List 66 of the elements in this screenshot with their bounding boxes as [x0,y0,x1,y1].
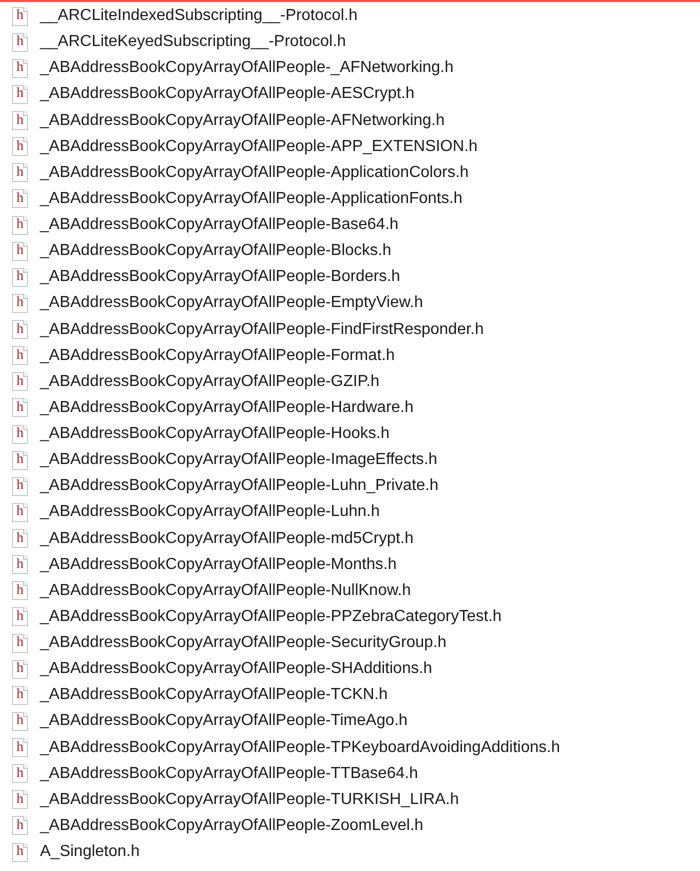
header-file-icon: h [12,450,28,470]
header-file-icon: h [12,346,28,366]
file-name[interactable]: _ABAddressBookCopyArrayOfAllPeople-AFNetworking.h [40,108,445,133]
header-file-icon: h [12,816,28,836]
file-name[interactable]: _ABAddressBookCopyArrayOfAllPeople-SHAdditions.h [40,657,432,682]
header-file-icon: h [12,372,28,392]
file-name[interactable]: __ARCLiteIndexedSubscripting__-Protocol.h [40,4,358,28]
file-name[interactable]: _ABAddressBookCopyArrayOfAllPeople-Blocks.h [40,239,392,264]
file-name[interactable]: A_Singleton.h [40,840,140,864]
header-file-icon: h [12,476,28,496]
header-file-icon: h [12,216,28,235]
header-file-icon: h [12,242,28,261]
header-file-icon: h [12,398,28,418]
header-file-icon: h [12,268,28,287]
header-file-icon: h [12,137,28,156]
file-name[interactable]: _ABAddressBookCopyArrayOfAllPeople-EmptyView.h [40,291,423,316]
file-name[interactable]: _ABAddressBookCopyArrayOfAllPeople-ApplicationColors.h [40,160,469,185]
file-name[interactable]: _ABAddressBookCopyArrayOfAllPeople-md5Crypt.h [40,526,414,551]
header-file-icon: h [12,842,28,862]
file-name[interactable]: _ABAddressBookCopyArrayOfAllPeople-Luhn.h [40,500,380,524]
header-file-icon: h [12,502,28,522]
file-name[interactable]: _ABAddressBookCopyArrayOfAllPeople-AESCrypt.h [40,82,414,106]
header-file-icon: h [12,163,28,182]
header-file-icon: h [12,320,28,340]
file-name[interactable]: _ABAddressBookCopyArrayOfAllPeople-ImageEffects.h [40,448,438,472]
header-file-icon: h [12,424,28,444]
file-name[interactable]: _ABAddressBookCopyArrayOfAllPeople-Base64.h [40,213,398,238]
header-file-icon: h [12,32,28,52]
file-name[interactable]: _ABAddressBookCopyArrayOfAllPeople-TPKeyboardAvoidingAdditions.h [40,736,560,760]
file-name[interactable]: _ABAddressBookCopyArrayOfAllPeople-SecurityGroup.h [40,631,446,656]
file-name[interactable]: _ABAddressBookCopyArrayOfAllPeople-APP_EXTENSION.h [40,134,478,159]
header-file-icon: h [12,607,28,626]
header-file-icon: h [12,111,28,130]
header-file-icon: h [12,738,28,758]
file-name[interactable]: _ABAddressBookCopyArrayOfAllPeople-NullKnow.h [40,578,411,603]
header-file-icon: h [12,294,28,313]
header-file-icon: h [12,686,28,705]
file-name[interactable]: _ABAddressBookCopyArrayOfAllPeople-TCKN.h [40,683,388,708]
file-name[interactable]: _ABAddressBookCopyArrayOfAllPeople-Borders.h [40,265,400,290]
file-name[interactable]: _ABAddressBookCopyArrayOfAllPeople-TURKISH_LIRA.h [40,788,459,812]
header-file-icon: h [12,660,28,679]
header-file-icon: h [12,581,28,600]
file-name[interactable]: __ARCLiteKeyedSubscripting__-Protocol.h [40,30,346,54]
header-file-icon: h [12,764,28,784]
file-name[interactable]: _ABAddressBookCopyArrayOfAllPeople-Luhn_Private.h [40,474,438,498]
file-name[interactable]: _ABAddressBookCopyArrayOfAllPeople-TTBase64.h [40,762,418,786]
file-name[interactable]: _ABAddressBookCopyArrayOfAllPeople-ZoomLevel.h [40,814,424,838]
file-name[interactable]: _ABAddressBookCopyArrayOfAllPeople-FindFirstResponder.h [40,318,484,342]
header-file-icon: h [12,634,28,653]
header-file-icon: h [12,58,28,78]
file-name[interactable]: _ABAddressBookCopyArrayOfAllPeople-PPZebraCategoryTest.h [40,604,502,629]
header-file-icon: h [12,189,28,208]
header-file-icon: h [12,529,28,548]
file-name[interactable]: _ABAddressBookCopyArrayOfAllPeople-TimeAgo.h [40,709,408,734]
file-name[interactable]: _ABAddressBookCopyArrayOfAllPeople-GZIP.h [40,370,380,394]
file-name[interactable]: _ABAddressBookCopyArrayOfAllPeople-Months.h [40,552,397,577]
header-file-icon: h [12,790,28,810]
header-file-icon: h [12,6,28,26]
file-name[interactable]: _ABAddressBookCopyArrayOfAllPeople-ApplicationFonts.h [40,186,462,211]
header-file-icon: h [12,555,28,574]
file-name[interactable]: _ABAddressBookCopyArrayOfAllPeople-Hardware.h [40,396,414,420]
header-file-icon: h [12,712,28,731]
file-name[interactable]: _ABAddressBookCopyArrayOfAllPeople-_AFNetworking.h [40,56,454,80]
header-file-icon: h [12,84,28,104]
file-name[interactable]: _ABAddressBookCopyArrayOfAllPeople-Hooks.h [40,422,390,446]
file-name[interactable]: _ABAddressBookCopyArrayOfAllPeople-Format.h [40,344,395,368]
